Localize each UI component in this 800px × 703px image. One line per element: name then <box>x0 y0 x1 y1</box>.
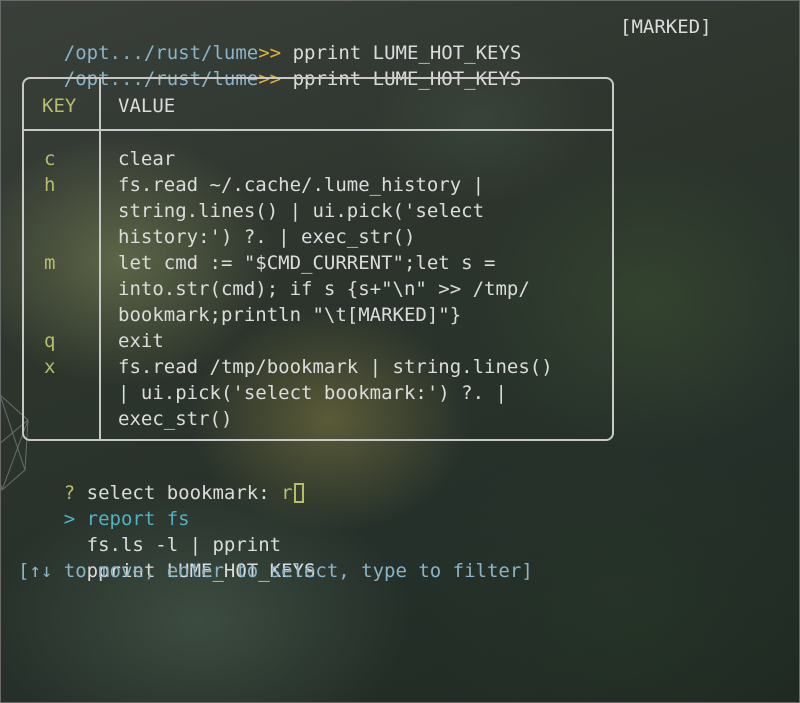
hotkeys-table: KEY VALUE c clear h fs.read ~/.cache/.lu… <box>22 77 614 441</box>
picker-hint: [↑↓ to move, enter to select, type to fi… <box>18 560 533 582</box>
text-cursor <box>293 483 304 503</box>
prompt-line: /opt.../rust/lume>> pprint LUME_HOT_KEYS <box>18 40 522 90</box>
table-row-key: x <box>44 356 56 378</box>
picker-prompt-line: ? select bookmark: r <box>18 454 304 504</box>
table-row-value: exec_str() <box>118 408 233 430</box>
table-column-divider <box>99 79 101 439</box>
picker-input[interactable]: r <box>281 482 292 504</box>
table-row-value: clear <box>118 148 176 170</box>
picker-option-selected[interactable]: > report fs <box>18 480 190 530</box>
table-row-value: history:') ?. | exec_str() <box>118 226 416 248</box>
prompt-line: /opt.../rust/lume>> pprint LUME_HOT_KEYS <box>18 14 522 64</box>
picker-option[interactable]: fs.ls -l | pprint <box>18 506 281 556</box>
picker-option[interactable]: pprint LUME_HOT_KEYS <box>18 532 316 582</box>
table-row-key: q <box>44 330 56 352</box>
table-row-value: fs.read ~/.cache/.lume_history | <box>118 174 485 196</box>
table-row-value: let cmd := "$CMD_CURRENT";let s = <box>118 252 496 274</box>
marked-label: [MARKED] <box>620 16 712 38</box>
table-header-key: KEY <box>42 95 77 117</box>
table-header-value: VALUE <box>118 95 176 117</box>
table-row-value: exit <box>118 330 164 352</box>
table-row-value: bookmark;println "\t[MARKED]"} <box>118 304 462 326</box>
table-row-key: h <box>44 174 56 196</box>
table-row-value: fs.read /tmp/bookmark | string.lines() <box>118 356 553 378</box>
table-row-key: m <box>44 252 56 274</box>
terminal-window[interactable]: /opt.../rust/lume>> pprint LUME_HOT_KEYS… <box>0 0 800 703</box>
table-row-key: c <box>44 148 56 170</box>
table-row-value: | ui.pick('select bookmark:') ?. | <box>118 382 507 404</box>
table-row-value: string.lines() | ui.pick('select <box>118 200 485 222</box>
table-header-divider <box>24 129 612 131</box>
table-row-value: into.str(cmd); if s {s+"\n" >> /tmp/ <box>118 278 530 300</box>
